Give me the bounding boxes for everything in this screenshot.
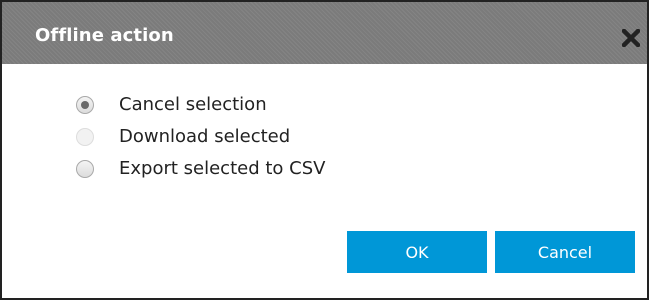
radio-cancel-selection[interactable] bbox=[76, 96, 94, 114]
offline-action-dialog: Offline action Cancel selection Download… bbox=[0, 0, 649, 300]
dialog-titlebar: Offline action bbox=[2, 2, 647, 64]
option-download-selected-label: Download selected bbox=[119, 126, 291, 147]
close-icon[interactable] bbox=[621, 28, 641, 48]
option-export-csv-label: Export selected to CSV bbox=[119, 158, 326, 179]
dialog-title: Offline action bbox=[35, 25, 174, 46]
radio-export-csv[interactable] bbox=[76, 160, 94, 178]
close-x-icon-graphic bbox=[621, 28, 641, 48]
option-cancel-selection-label: Cancel selection bbox=[119, 94, 267, 115]
radio-download-selected bbox=[76, 128, 94, 146]
ok-button[interactable]: OK bbox=[347, 231, 487, 273]
cancel-button[interactable]: Cancel bbox=[495, 231, 635, 273]
